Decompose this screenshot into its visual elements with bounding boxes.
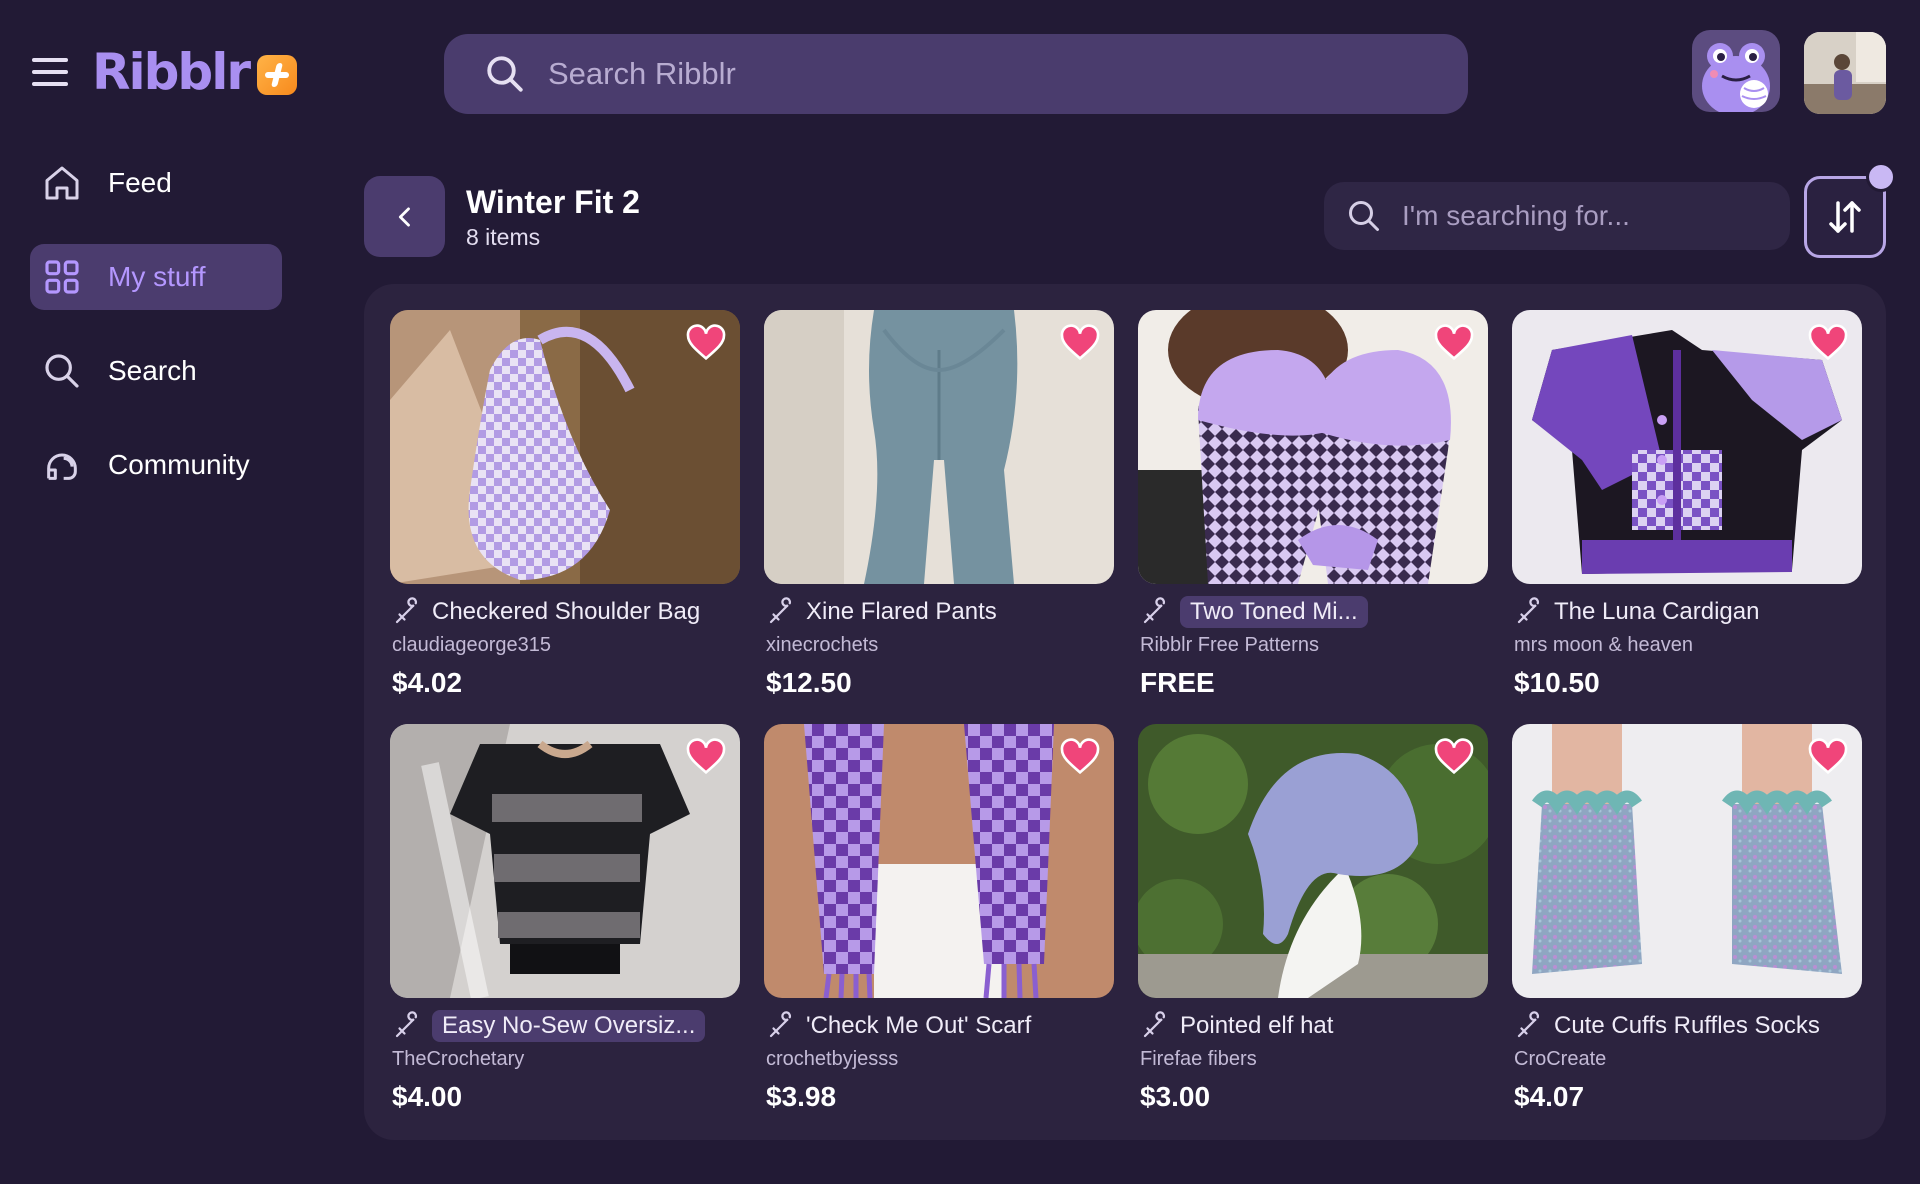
grid-icon xyxy=(40,255,84,299)
pattern-image[interactable] xyxy=(764,724,1114,998)
pattern-card[interactable]: Cute Cuffs Ruffles Socks CroCreate $4.07 xyxy=(1512,724,1862,1113)
designer-name[interactable]: Firefae fibers xyxy=(1140,1048,1488,1071)
ribblr-logo[interactable]: Ribblr xyxy=(92,42,298,102)
crochet-hook-icon xyxy=(769,597,792,624)
pattern-image[interactable] xyxy=(764,310,1114,584)
sort-indicator-dot xyxy=(1866,162,1896,192)
pattern-title[interactable]: Checkered Shoulder Bag xyxy=(432,598,700,626)
logo-text: Ribblr xyxy=(92,43,251,101)
pattern-title[interactable]: Cute Cuffs Ruffles Socks xyxy=(1554,1012,1820,1040)
pattern-card[interactable]: The Luna Cardigan mrs moon & heaven $10.… xyxy=(1512,310,1862,699)
plus-badge-icon xyxy=(257,55,298,95)
sidebar-item-search[interactable]: Search xyxy=(30,338,282,404)
sidebar-item-community[interactable]: Community xyxy=(30,432,282,498)
designer-name[interactable]: mrs moon & heaven xyxy=(1514,634,1862,657)
pattern-card[interactable]: Pointed elf hat Firefae fibers $3.00 xyxy=(1138,724,1488,1113)
pattern-title[interactable]: 'Check Me Out' Scarf xyxy=(806,1012,1031,1040)
crochet-hook-icon xyxy=(1143,1011,1166,1038)
pattern-title[interactable]: The Luna Cardigan xyxy=(1554,598,1759,626)
frog-mascot-icon xyxy=(1702,43,1770,112)
designer-name[interactable]: CroCreate xyxy=(1514,1048,1862,1071)
price: $10.50 xyxy=(1514,667,1600,698)
heart-icon[interactable] xyxy=(1060,738,1100,774)
sidebar-item-label: Search xyxy=(108,355,197,386)
designer-name[interactable]: Ribblr Free Patterns xyxy=(1140,634,1488,657)
search-icon xyxy=(40,349,84,393)
pattern-image[interactable] xyxy=(390,310,740,584)
menu-icon[interactable] xyxy=(32,58,68,86)
heart-icon[interactable] xyxy=(1060,324,1100,360)
pattern-title[interactable]: Xine Flared Pants xyxy=(806,598,997,626)
pattern-card[interactable]: Two Toned Mi... Ribblr Free Patterns FRE… xyxy=(1138,310,1488,699)
mascot-avatar[interactable] xyxy=(1692,30,1780,112)
sidebar-item-my-stuff[interactable]: My stuff xyxy=(30,244,282,310)
price: FREE xyxy=(1140,667,1215,698)
heart-icon[interactable] xyxy=(686,738,726,774)
price: $3.00 xyxy=(1140,1081,1211,1112)
pattern-image[interactable] xyxy=(390,724,740,998)
crochet-hook-icon xyxy=(1517,597,1540,624)
collection-title: Winter Fit 2 xyxy=(466,184,640,220)
crochet-hook-icon xyxy=(395,597,418,624)
collection-item-count: 8 items xyxy=(466,224,541,250)
sidebar-item-label: My stuff xyxy=(108,261,206,292)
pattern-title[interactable]: Pointed elf hat xyxy=(1180,1012,1333,1040)
heart-icon[interactable] xyxy=(1434,324,1474,360)
back-button[interactable] xyxy=(364,176,445,257)
search-icon xyxy=(487,56,523,92)
heart-icon[interactable] xyxy=(1434,738,1474,774)
search-icon xyxy=(1349,201,1379,231)
price: $12.50 xyxy=(766,667,852,698)
pattern-card[interactable]: Xine Flared Pants xinecrochets $12.50 xyxy=(764,310,1114,699)
sidebar-item-label: Community xyxy=(108,449,250,480)
price: $3.98 xyxy=(766,1081,837,1112)
designer-name[interactable]: TheCrochetary xyxy=(392,1048,740,1071)
global-search-bar[interactable] xyxy=(444,34,1468,114)
pattern-image[interactable] xyxy=(1138,724,1488,998)
user-photo-icon xyxy=(1804,32,1886,114)
designer-name[interactable]: crochetbyjesss xyxy=(766,1048,1114,1071)
collection-search-input[interactable] xyxy=(1402,200,1762,232)
designer-name[interactable]: xinecrochets xyxy=(766,634,1114,657)
user-avatar[interactable] xyxy=(1804,32,1886,114)
collection-search-bar[interactable] xyxy=(1324,182,1790,250)
pattern-title[interactable]: Easy No-Sew Oversiz... xyxy=(432,1010,706,1042)
price: $4.02 xyxy=(392,667,463,698)
pattern-title[interactable]: Two Toned Mi... xyxy=(1180,596,1368,628)
pattern-image[interactable] xyxy=(1512,724,1862,998)
chevron-left-icon xyxy=(398,206,410,227)
pattern-image[interactable] xyxy=(1138,310,1488,584)
pattern-image[interactable] xyxy=(1512,310,1862,584)
sort-arrows-icon xyxy=(1829,201,1861,233)
crochet-hook-icon xyxy=(769,1011,792,1038)
crochet-hook-icon xyxy=(1143,597,1166,624)
crochet-hook-icon xyxy=(1517,1011,1540,1038)
sidebar-item-feed[interactable]: Feed xyxy=(30,150,282,216)
price: $4.07 xyxy=(1514,1081,1585,1112)
community-icon xyxy=(40,443,84,487)
global-search-input[interactable] xyxy=(548,56,1408,92)
heart-icon[interactable] xyxy=(686,324,726,360)
designer-name[interactable]: claudiageorge315 xyxy=(392,634,740,657)
heart-icon[interactable] xyxy=(1808,738,1848,774)
price: $4.00 xyxy=(392,1081,463,1112)
sidebar-item-label: Feed xyxy=(108,167,172,198)
pattern-card[interactable]: Checkered Shoulder Bag claudiageorge315 … xyxy=(390,310,740,699)
home-icon xyxy=(40,161,84,205)
heart-icon[interactable] xyxy=(1808,324,1848,360)
pattern-card[interactable]: Easy No-Sew Oversiz... TheCrochetary $4.… xyxy=(390,724,740,1113)
crochet-hook-icon xyxy=(395,1011,418,1038)
pattern-card[interactable]: 'Check Me Out' Scarf crochetbyjesss $3.9… xyxy=(764,724,1114,1113)
